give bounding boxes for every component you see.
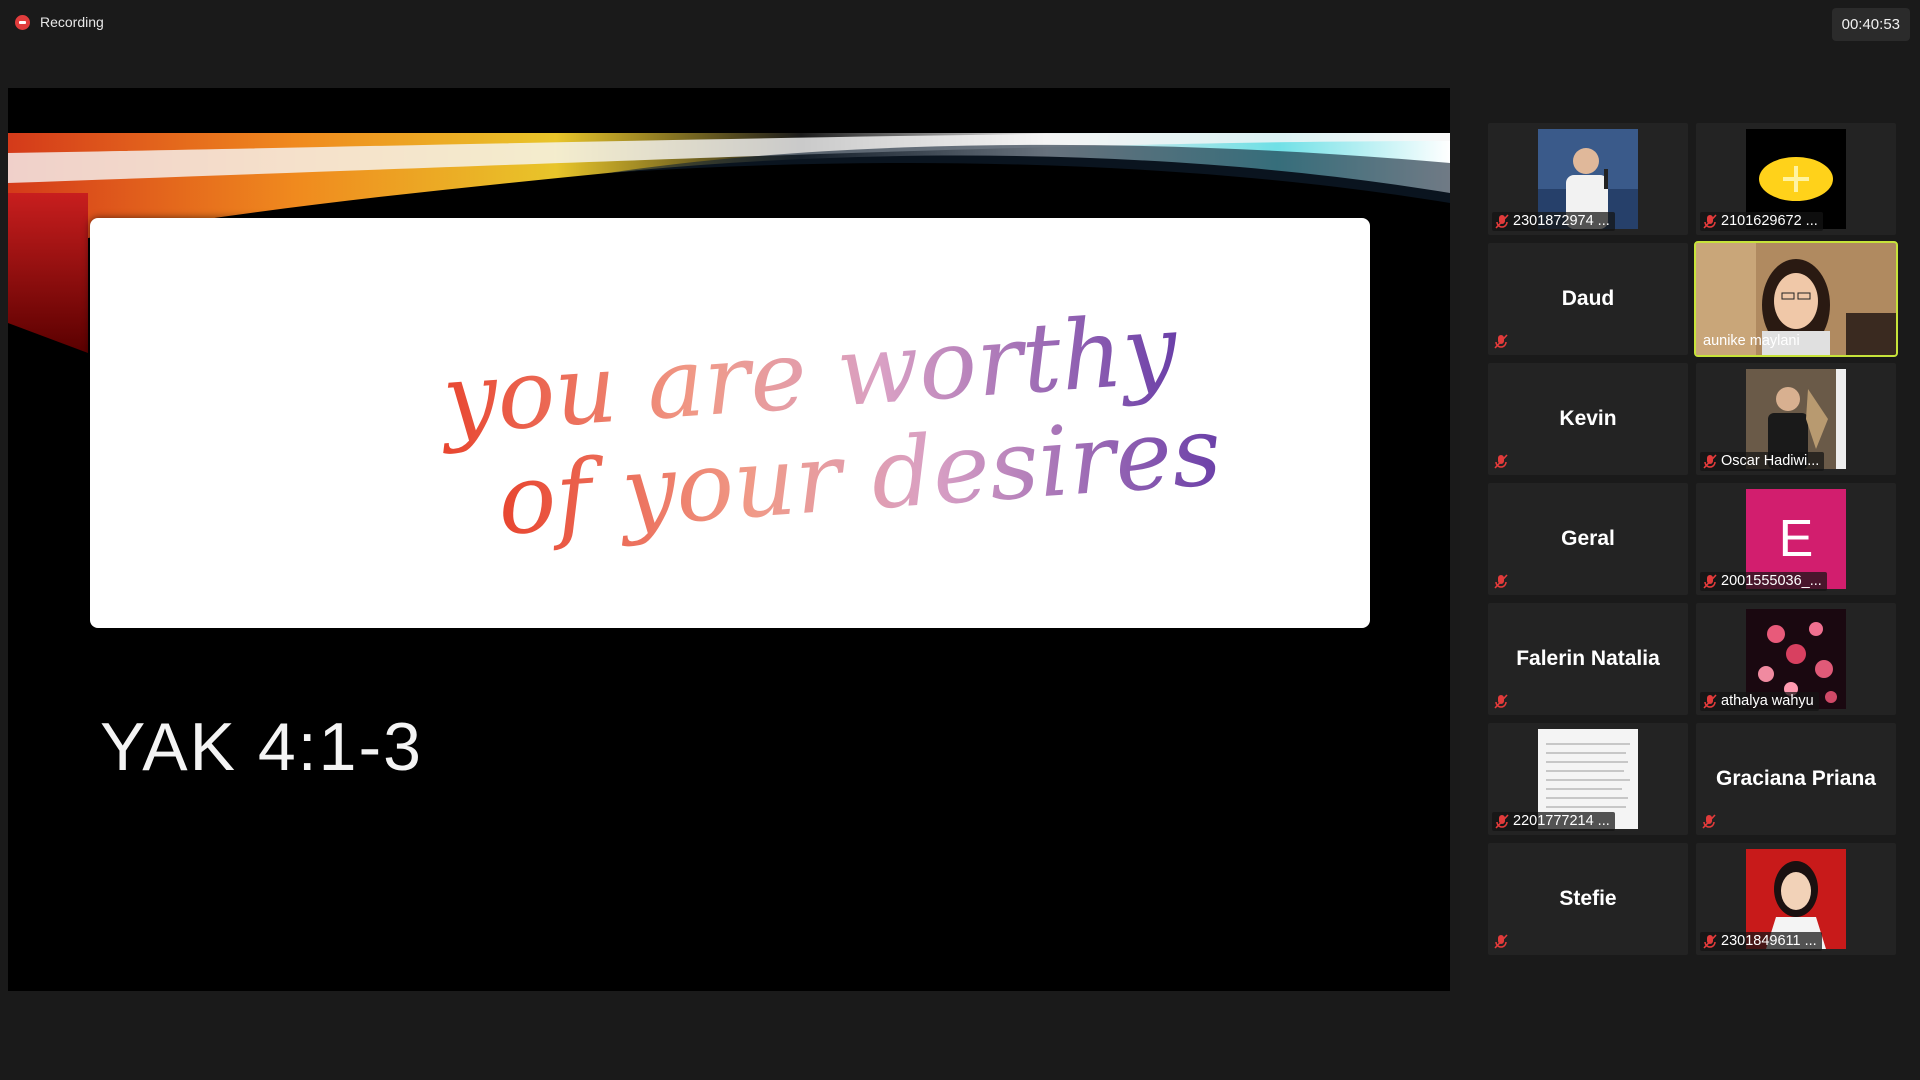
- slide-card: you are worthy of your desires: [90, 218, 1370, 628]
- participant-tile[interactable]: Stefie: [1488, 843, 1688, 955]
- participant-label: [1492, 333, 1513, 351]
- participant-gallery: 2301872974 ... 2101629672 ... Daud aunik…: [1488, 123, 1898, 955]
- participant-name: 2201777214 ...: [1513, 813, 1610, 829]
- participant-tile[interactable]: Kevin: [1488, 363, 1688, 475]
- muted-mic-icon: [1702, 814, 1716, 829]
- participant-label: Oscar Hadiwi...: [1700, 452, 1825, 471]
- muted-mic-icon: [1494, 454, 1508, 469]
- participant-label: [1492, 933, 1513, 951]
- participant-label: 2101629672 ...: [1700, 212, 1823, 231]
- participant-name: Oscar Hadiwi...: [1721, 453, 1820, 469]
- participant-name: 2101629672 ...: [1721, 213, 1818, 229]
- participant-display-name: Falerin Natalia: [1516, 647, 1660, 670]
- top-bar: Recording 00:40:53: [0, 0, 1920, 50]
- participant-name: 2001555036_...: [1721, 573, 1822, 589]
- muted-mic-icon: [1495, 813, 1509, 829]
- participant-tile[interactable]: 2301872974 ...: [1488, 123, 1688, 235]
- participant-tile[interactable]: E 2001555036_...: [1696, 483, 1896, 595]
- avatar-letter: E: [1778, 510, 1814, 568]
- participant-label: [1492, 573, 1513, 591]
- participant-name: 2301872974 ...: [1513, 213, 1610, 229]
- meeting-timer: 00:40:53: [1831, 8, 1910, 41]
- participant-tile[interactable]: Oscar Hadiwi...: [1696, 363, 1896, 475]
- muted-mic-icon: [1703, 693, 1717, 709]
- muted-mic-icon: [1703, 933, 1717, 949]
- participant-name: 2301849611 ...: [1721, 933, 1817, 949]
- participant-label: 2201777214 ...: [1492, 812, 1615, 831]
- recording-indicator[interactable]: Recording: [15, 14, 104, 30]
- participant-tile[interactable]: 2201777214 ...: [1488, 723, 1688, 835]
- muted-mic-icon: [1494, 934, 1508, 949]
- participant-label: 2301872974 ...: [1492, 212, 1615, 231]
- active-speaker-tile[interactable]: aunike maylani: [1694, 241, 1898, 357]
- participant-display-name: Daud: [1561, 287, 1615, 310]
- muted-mic-icon: [1494, 694, 1508, 709]
- participant-tile[interactable]: 2101629672 ...: [1696, 123, 1896, 235]
- participant-label: athalya wahyu: [1700, 692, 1819, 711]
- participant-label: 2001555036_...: [1700, 572, 1827, 591]
- participant-label: aunike maylani: [1700, 332, 1805, 351]
- shared-screen: you are worthy of your desires YAK 4:1-3: [8, 88, 1450, 991]
- participant-label: [1700, 813, 1721, 831]
- recording-icon: [15, 14, 30, 30]
- participant-display-name: Geral: [1561, 527, 1615, 550]
- participant-display-name: Stefie: [1559, 887, 1617, 910]
- muted-mic-icon: [1494, 574, 1508, 589]
- participant-tile[interactable]: Graciana Priana: [1696, 723, 1896, 835]
- participant-tile[interactable]: Falerin Natalia: [1488, 603, 1688, 715]
- muted-mic-icon: [1703, 573, 1717, 589]
- participant-tile[interactable]: athalya wahyu: [1696, 603, 1896, 715]
- participant-tile[interactable]: 2301849611 ...: [1696, 843, 1896, 955]
- participant-tile[interactable]: Geral: [1488, 483, 1688, 595]
- muted-mic-icon: [1495, 213, 1509, 229]
- participant-name: athalya wahyu: [1721, 693, 1814, 709]
- muted-mic-icon: [1703, 453, 1717, 469]
- participant-display-name: Kevin: [1559, 407, 1617, 430]
- participant-name: aunike maylani: [1703, 333, 1800, 349]
- participant-label: 2301849611 ...: [1700, 932, 1822, 951]
- participant-label: [1492, 693, 1513, 711]
- participant-display-name: Graciana Priana: [1716, 767, 1876, 790]
- participant-label: [1492, 453, 1513, 471]
- slide-verse-reference: YAK 4:1-3: [100, 709, 423, 785]
- muted-mic-icon: [1494, 334, 1508, 349]
- recording-label: Recording: [40, 14, 104, 30]
- participant-tile[interactable]: Daud: [1488, 243, 1688, 355]
- handwritten-quote: you are worthy of your desires: [435, 293, 1225, 557]
- muted-mic-icon: [1703, 213, 1717, 229]
